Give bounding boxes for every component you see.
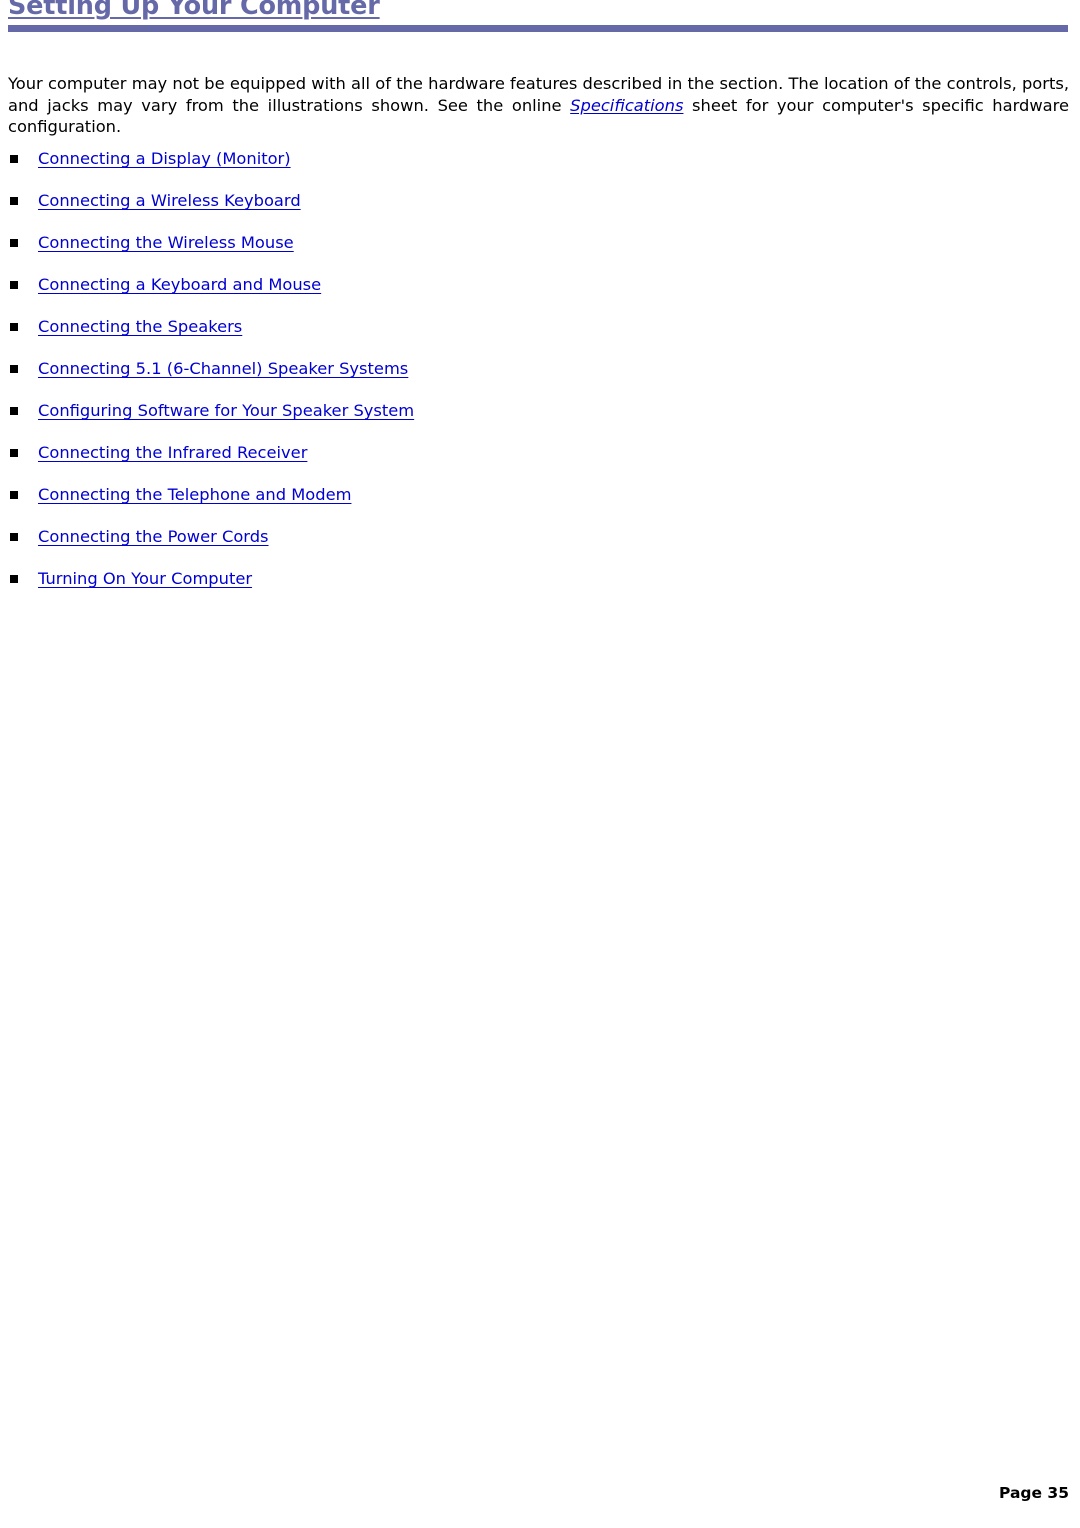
topic-link-turning-on-your-computer[interactable]: Turning On Your Computer xyxy=(38,558,252,600)
list-item: Connecting a Keyboard and Mouse xyxy=(0,264,1080,306)
list-item: Connecting the Power Cords xyxy=(0,516,1080,558)
square-bullet-icon xyxy=(10,365,18,373)
page-title: Setting Up Your Computer xyxy=(8,0,380,21)
square-bullet-icon xyxy=(10,533,18,541)
list-item: Connecting the Speakers xyxy=(0,306,1080,348)
list-item: Connecting a Display (Monitor) xyxy=(0,138,1080,180)
topic-link-connecting-a-display-monitor[interactable]: Connecting a Display (Monitor) xyxy=(38,138,291,180)
title-divider-rule xyxy=(8,25,1068,32)
topic-link-connecting-the-telephone-and-modem[interactable]: Connecting the Telephone and Modem xyxy=(38,474,351,516)
square-bullet-icon xyxy=(10,239,18,247)
square-bullet-icon xyxy=(10,575,18,583)
page-number-footer: Page 35 xyxy=(999,1484,1069,1502)
list-item: Connecting 5.1 (6-Channel) Speaker Syste… xyxy=(0,348,1080,390)
square-bullet-icon xyxy=(10,407,18,415)
topic-link-connecting-the-power-cords[interactable]: Connecting the Power Cords xyxy=(38,516,269,558)
square-bullet-icon xyxy=(10,281,18,289)
square-bullet-icon xyxy=(10,449,18,457)
square-bullet-icon xyxy=(10,155,18,163)
topic-link-connecting-the-speakers[interactable]: Connecting the Speakers xyxy=(38,306,242,348)
square-bullet-icon xyxy=(10,491,18,499)
list-item: Turning On Your Computer xyxy=(0,558,1080,600)
intro-paragraph: Your computer may not be equipped with a… xyxy=(8,73,1069,138)
list-item: Configuring Software for Your Speaker Sy… xyxy=(0,390,1080,432)
square-bullet-icon xyxy=(10,323,18,331)
topic-link-connecting-the-infrared-receiver[interactable]: Connecting the Infrared Receiver xyxy=(38,432,307,474)
topic-link-connecting-a-keyboard-and-mouse[interactable]: Connecting a Keyboard and Mouse xyxy=(38,264,321,306)
list-item: Connecting the Infrared Receiver xyxy=(0,432,1080,474)
list-item: Connecting the Wireless Mouse xyxy=(0,222,1080,264)
page-header: Setting Up Your Computer xyxy=(8,0,1068,38)
specifications-link[interactable]: Specifications xyxy=(570,96,683,115)
topic-link-list: Connecting a Display (Monitor) Connectin… xyxy=(0,138,1080,600)
topic-link-connecting-the-wireless-mouse[interactable]: Connecting the Wireless Mouse xyxy=(38,222,294,264)
topic-link-configuring-software-for-speaker-system[interactable]: Configuring Software for Your Speaker Sy… xyxy=(38,390,414,432)
topic-link-connecting-51-speaker-systems[interactable]: Connecting 5.1 (6-Channel) Speaker Syste… xyxy=(38,348,408,390)
square-bullet-icon xyxy=(10,197,18,205)
list-item: Connecting a Wireless Keyboard xyxy=(0,180,1080,222)
list-item: Connecting the Telephone and Modem xyxy=(0,474,1080,516)
topic-link-connecting-a-wireless-keyboard[interactable]: Connecting a Wireless Keyboard xyxy=(38,180,301,222)
